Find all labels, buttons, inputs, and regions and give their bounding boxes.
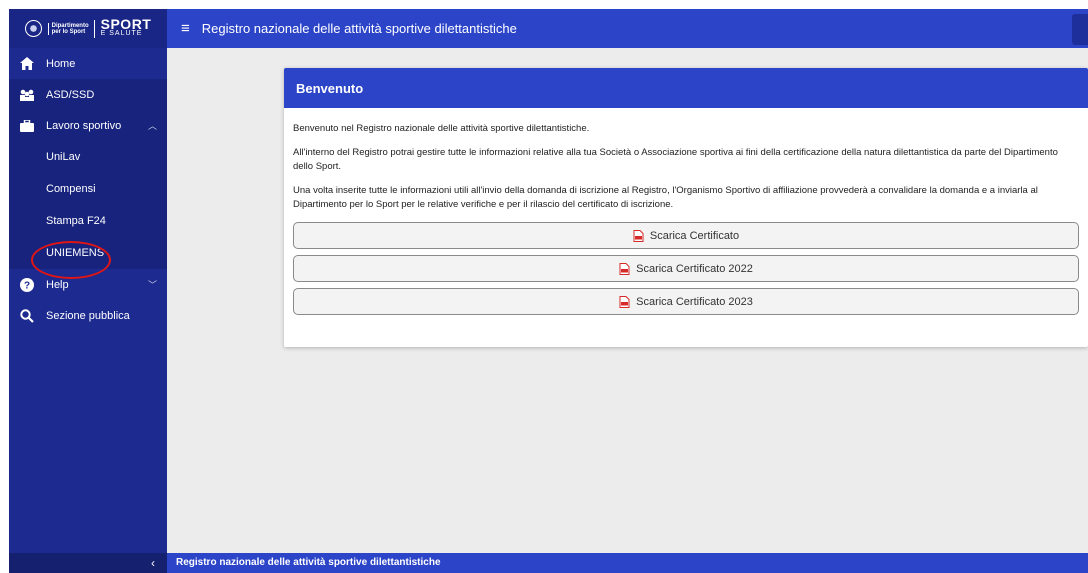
sidebar-item-label: ASD/SSD	[46, 88, 95, 101]
help-icon: ?	[18, 277, 36, 292]
republic-emblem-icon	[24, 20, 42, 37]
card-title: Benvenuto	[284, 68, 1088, 108]
pdf-file-icon	[619, 295, 630, 308]
sidebar-subitem-uniemens[interactable]: UNIEMENS	[9, 237, 167, 269]
sidebar-item-help[interactable]: ? Help ﹀	[9, 269, 167, 300]
users-icon	[18, 89, 36, 101]
download-certificate-2022-button[interactable]: Scarica Certificato 2022	[293, 255, 1079, 282]
download-certificate-2023-button[interactable]: Scarica Certificato 2023	[293, 288, 1079, 315]
info-paragraph: All'interno del Registro potrai gestire …	[293, 147, 1058, 172]
chevron-up-icon: ︿	[147, 121, 157, 131]
dept-logo-text: Dipartimento per lo Sport	[47, 22, 89, 35]
chevron-down-icon: ﹀	[147, 280, 157, 290]
sidebar-item-label: Help	[46, 278, 69, 291]
top-header: ≡ Registro nazionale delle attività spor…	[167, 9, 1088, 48]
sidebar-subitem-label: Compensi	[46, 183, 96, 195]
welcome-paragraph: Benvenuto nel Registro nazionale delle a…	[293, 123, 590, 134]
sidebar: Dipartimento per lo Sport SPORT E SALUTE…	[9, 9, 167, 573]
process-paragraph: Una volta inserite tutte le informazioni…	[293, 185, 1038, 210]
sidebar-subitem-label: UNIEMENS	[46, 247, 105, 259]
search-icon	[18, 308, 36, 323]
button-label: Scarica Certificato 2022	[636, 262, 753, 275]
pdf-file-icon	[633, 229, 644, 242]
sidebar-item-lavoro-sportivo[interactable]: Lavoro sportivo ︿	[9, 110, 167, 141]
sidebar-item-label: Lavoro sportivo	[46, 119, 122, 132]
footer-text: Registro nazionale delle attività sporti…	[176, 557, 441, 568]
sidebar-subitem-compensi[interactable]: Compensi	[9, 173, 167, 205]
sport-salute-logo: SPORT E SALUTE	[93, 15, 152, 38]
lavoro-sportivo-group: Lavoro sportivo ︿ UniLav Compensi Stampa…	[9, 110, 167, 269]
pdf-file-icon	[619, 262, 630, 275]
home-icon	[18, 57, 36, 70]
sidebar-subitem-stampa-f24[interactable]: Stampa F24	[9, 205, 167, 237]
sidebar-subitem-label: Stampa F24	[46, 215, 106, 227]
welcome-card: Benvenuto Benvenuto nel Registro naziona…	[284, 68, 1088, 347]
sidebar-item-sezione-pubblica[interactable]: Sezione pubblica	[9, 300, 167, 331]
sidebar-item-asd-ssd[interactable]: ASD/SSD	[9, 79, 167, 110]
briefcase-icon	[18, 119, 36, 132]
sidebar-item-label: Home	[46, 57, 76, 70]
card-body: Benvenuto nel Registro nazionale delle a…	[284, 108, 1088, 315]
svg-text:?: ?	[24, 280, 30, 291]
header-title: Registro nazionale delle attività sporti…	[201, 21, 517, 36]
sidebar-subitem-label: UniLav	[46, 151, 81, 163]
chevron-left-icon: ‹	[151, 556, 155, 570]
sidebar-item-label: Sezione pubblica	[46, 309, 130, 322]
sidebar-collapse-button[interactable]: ‹	[9, 553, 167, 573]
logo-bar[interactable]: Dipartimento per lo Sport SPORT E SALUTE	[9, 9, 167, 48]
button-label: Scarica Certificato	[649, 229, 740, 242]
main-content: Benvenuto Benvenuto nel Registro naziona…	[167, 48, 1088, 553]
sidebar-item-home[interactable]: Home	[9, 48, 167, 79]
download-certificate-button[interactable]: Scarica Certificato	[293, 222, 1079, 249]
button-label: Scarica Certificato 2023	[636, 295, 753, 308]
page-footer: Registro nazionale delle attività sporti…	[167, 553, 1088, 573]
menu-icon[interactable]: ≡	[181, 20, 190, 37]
sidebar-subitem-unilav[interactable]: UniLav	[9, 141, 167, 173]
header-user-button[interactable]	[1072, 14, 1088, 45]
sport-logo-big: SPORT	[100, 15, 152, 32]
